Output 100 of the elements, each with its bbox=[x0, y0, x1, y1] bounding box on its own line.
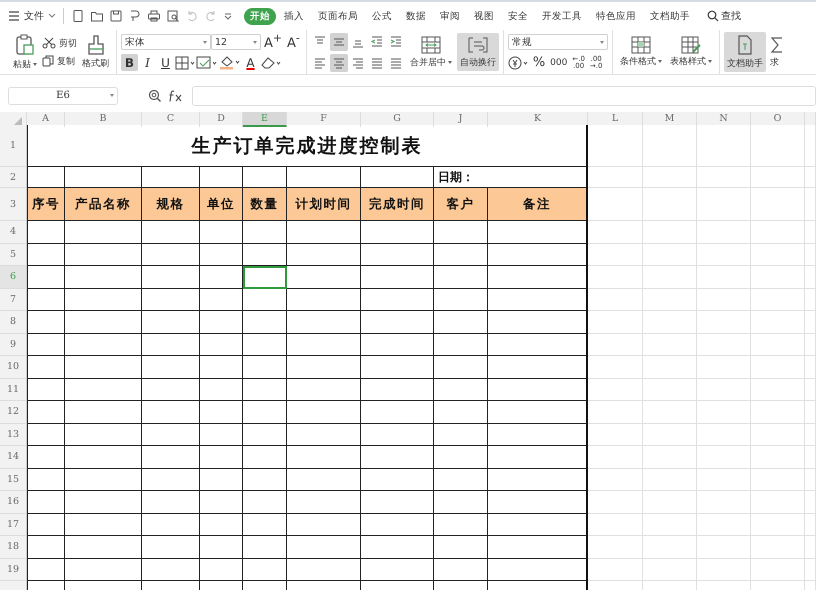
column-header[interactable]: J bbox=[434, 112, 488, 127]
font-name-dropdown[interactable]: 宋体 bbox=[121, 34, 211, 50]
file-menu[interactable]: 文件 bbox=[8, 9, 56, 23]
dropdown-icon[interactable] bbox=[223, 11, 233, 21]
row-header[interactable]: 8 bbox=[0, 311, 27, 334]
number-format-button[interactable]: 000 bbox=[548, 58, 570, 68]
ribbon-tab[interactable]: 特色应用 bbox=[590, 8, 642, 24]
row-header[interactable]: 1 bbox=[0, 125, 27, 167]
export-icon[interactable] bbox=[128, 9, 142, 23]
column-header[interactable]: C bbox=[142, 112, 200, 127]
shrink-font-button[interactable]: A$^{-}$ bbox=[284, 32, 302, 52]
table-cell bbox=[243, 311, 287, 334]
zoom-icon[interactable] bbox=[148, 89, 162, 103]
font-color-button[interactable]: A bbox=[242, 54, 259, 71]
paste-button[interactable]: 粘贴 bbox=[10, 31, 40, 73]
table-cell bbox=[643, 221, 697, 244]
font-style-button[interactable]: U bbox=[157, 54, 174, 71]
table-cell bbox=[434, 334, 488, 356]
column-header[interactable]: N bbox=[697, 112, 751, 127]
ribbon-tab[interactable]: 插入 bbox=[278, 8, 310, 24]
save-icon[interactable] bbox=[109, 9, 123, 23]
column-header[interactable]: K bbox=[488, 112, 588, 127]
row-header[interactable]: 5 bbox=[0, 244, 27, 266]
row-header[interactable]: 4 bbox=[0, 221, 27, 244]
ribbon-tab[interactable]: 开发工具 bbox=[536, 8, 588, 24]
eraser-icon[interactable] bbox=[260, 56, 282, 70]
column-header[interactable]: O bbox=[751, 112, 805, 127]
table-cell bbox=[805, 244, 816, 266]
row-header[interactable]: 3 bbox=[0, 188, 27, 221]
cell-style-icon[interactable] bbox=[196, 56, 218, 70]
ribbon-tab[interactable]: 文档助手 bbox=[644, 8, 696, 24]
column-header[interactable]: L bbox=[588, 112, 643, 127]
row-header[interactable]: 11 bbox=[0, 378, 27, 401]
merge-center-button[interactable]: 合并居中 bbox=[406, 33, 455, 71]
font-size-dropdown[interactable]: 12 bbox=[211, 34, 261, 50]
row-header[interactable]: 2 bbox=[0, 167, 27, 188]
row-header[interactable]: 19 bbox=[0, 558, 27, 581]
table-cell bbox=[27, 446, 65, 468]
table-cell bbox=[805, 401, 816, 424]
row-header[interactable]: 13 bbox=[0, 424, 27, 446]
table-cell bbox=[697, 514, 751, 536]
fill-color-icon[interactable] bbox=[219, 55, 241, 70]
table-cell bbox=[643, 356, 697, 378]
row-header[interactable]: 15 bbox=[0, 468, 27, 491]
ribbon-tab[interactable]: 页面布局 bbox=[312, 8, 364, 24]
search-button[interactable]: 查找 bbox=[707, 9, 741, 23]
print-icon[interactable] bbox=[147, 9, 161, 23]
table-cell bbox=[588, 514, 643, 536]
table-cell bbox=[588, 167, 643, 188]
table-cell bbox=[751, 491, 805, 514]
conditional-format-button[interactable]: 条件格式 bbox=[616, 34, 665, 70]
table-cell bbox=[805, 356, 816, 378]
number-format-dropdown[interactable]: 常规 bbox=[508, 34, 608, 50]
table-style-button[interactable]: 表格样式 bbox=[666, 34, 715, 70]
ribbon-tab[interactable]: 审阅 bbox=[434, 8, 466, 24]
document-assistant-button[interactable]: 文档助手 bbox=[724, 32, 766, 72]
number-format-button[interactable]: % bbox=[530, 55, 548, 70]
name-box[interactable]: E6 bbox=[8, 87, 118, 105]
row-header[interactable]: 7 bbox=[0, 288, 27, 311]
column-header[interactable]: F bbox=[287, 112, 361, 127]
function-icon[interactable] bbox=[168, 89, 184, 103]
ribbon-tab[interactable]: 视图 bbox=[468, 8, 500, 24]
row-header[interactable]: 12 bbox=[0, 401, 27, 424]
table-cell bbox=[588, 311, 643, 334]
align-icon[interactable] bbox=[330, 32, 348, 50]
table-cell bbox=[27, 266, 65, 288]
selected-cell[interactable] bbox=[243, 266, 287, 288]
font-style-button[interactable]: B bbox=[121, 54, 138, 71]
row-header[interactable]: 16 bbox=[0, 491, 27, 514]
folder-icon[interactable] bbox=[90, 9, 104, 23]
font-style-button[interactable]: I bbox=[139, 54, 156, 71]
ribbon-tab[interactable]: 公式 bbox=[366, 8, 398, 24]
cut-button[interactable]: 剪切 bbox=[42, 36, 77, 50]
align-icon[interactable] bbox=[330, 54, 348, 72]
column-header[interactable]: G bbox=[361, 112, 434, 127]
table-cell bbox=[434, 221, 488, 244]
copy-button[interactable]: 复制 bbox=[42, 54, 77, 68]
border-icon[interactable] bbox=[175, 56, 195, 70]
table-cell bbox=[27, 468, 65, 491]
ribbon-tab[interactable]: 安全 bbox=[502, 8, 534, 24]
wrap-text-button[interactable]: 自动换行 bbox=[456, 33, 499, 71]
currency-icon[interactable] bbox=[508, 56, 530, 70]
new-file-icon[interactable] bbox=[71, 9, 85, 23]
row-header[interactable]: 18 bbox=[0, 536, 27, 558]
formula-input[interactable] bbox=[192, 86, 816, 106]
grow-font-button[interactable]: A$^{+}$ bbox=[262, 32, 284, 52]
format-painter-button[interactable]: 格式刷 bbox=[79, 32, 112, 72]
table-cell bbox=[751, 558, 805, 581]
table-cell bbox=[243, 514, 287, 536]
row-header[interactable]: 14 bbox=[0, 446, 27, 468]
table-cell bbox=[27, 356, 65, 378]
table-cell bbox=[142, 514, 200, 536]
column-header[interactable]: M bbox=[643, 112, 697, 127]
ribbon-tab[interactable]: 数据 bbox=[400, 8, 432, 24]
row-header[interactable]: 9 bbox=[0, 334, 27, 356]
row-header[interactable]: 10 bbox=[0, 356, 27, 378]
row-header[interactable]: 17 bbox=[0, 514, 27, 536]
sum-button[interactable]: 求 bbox=[768, 33, 784, 71]
column-header[interactable]: B bbox=[65, 112, 142, 127]
print-preview-icon[interactable] bbox=[166, 9, 180, 23]
